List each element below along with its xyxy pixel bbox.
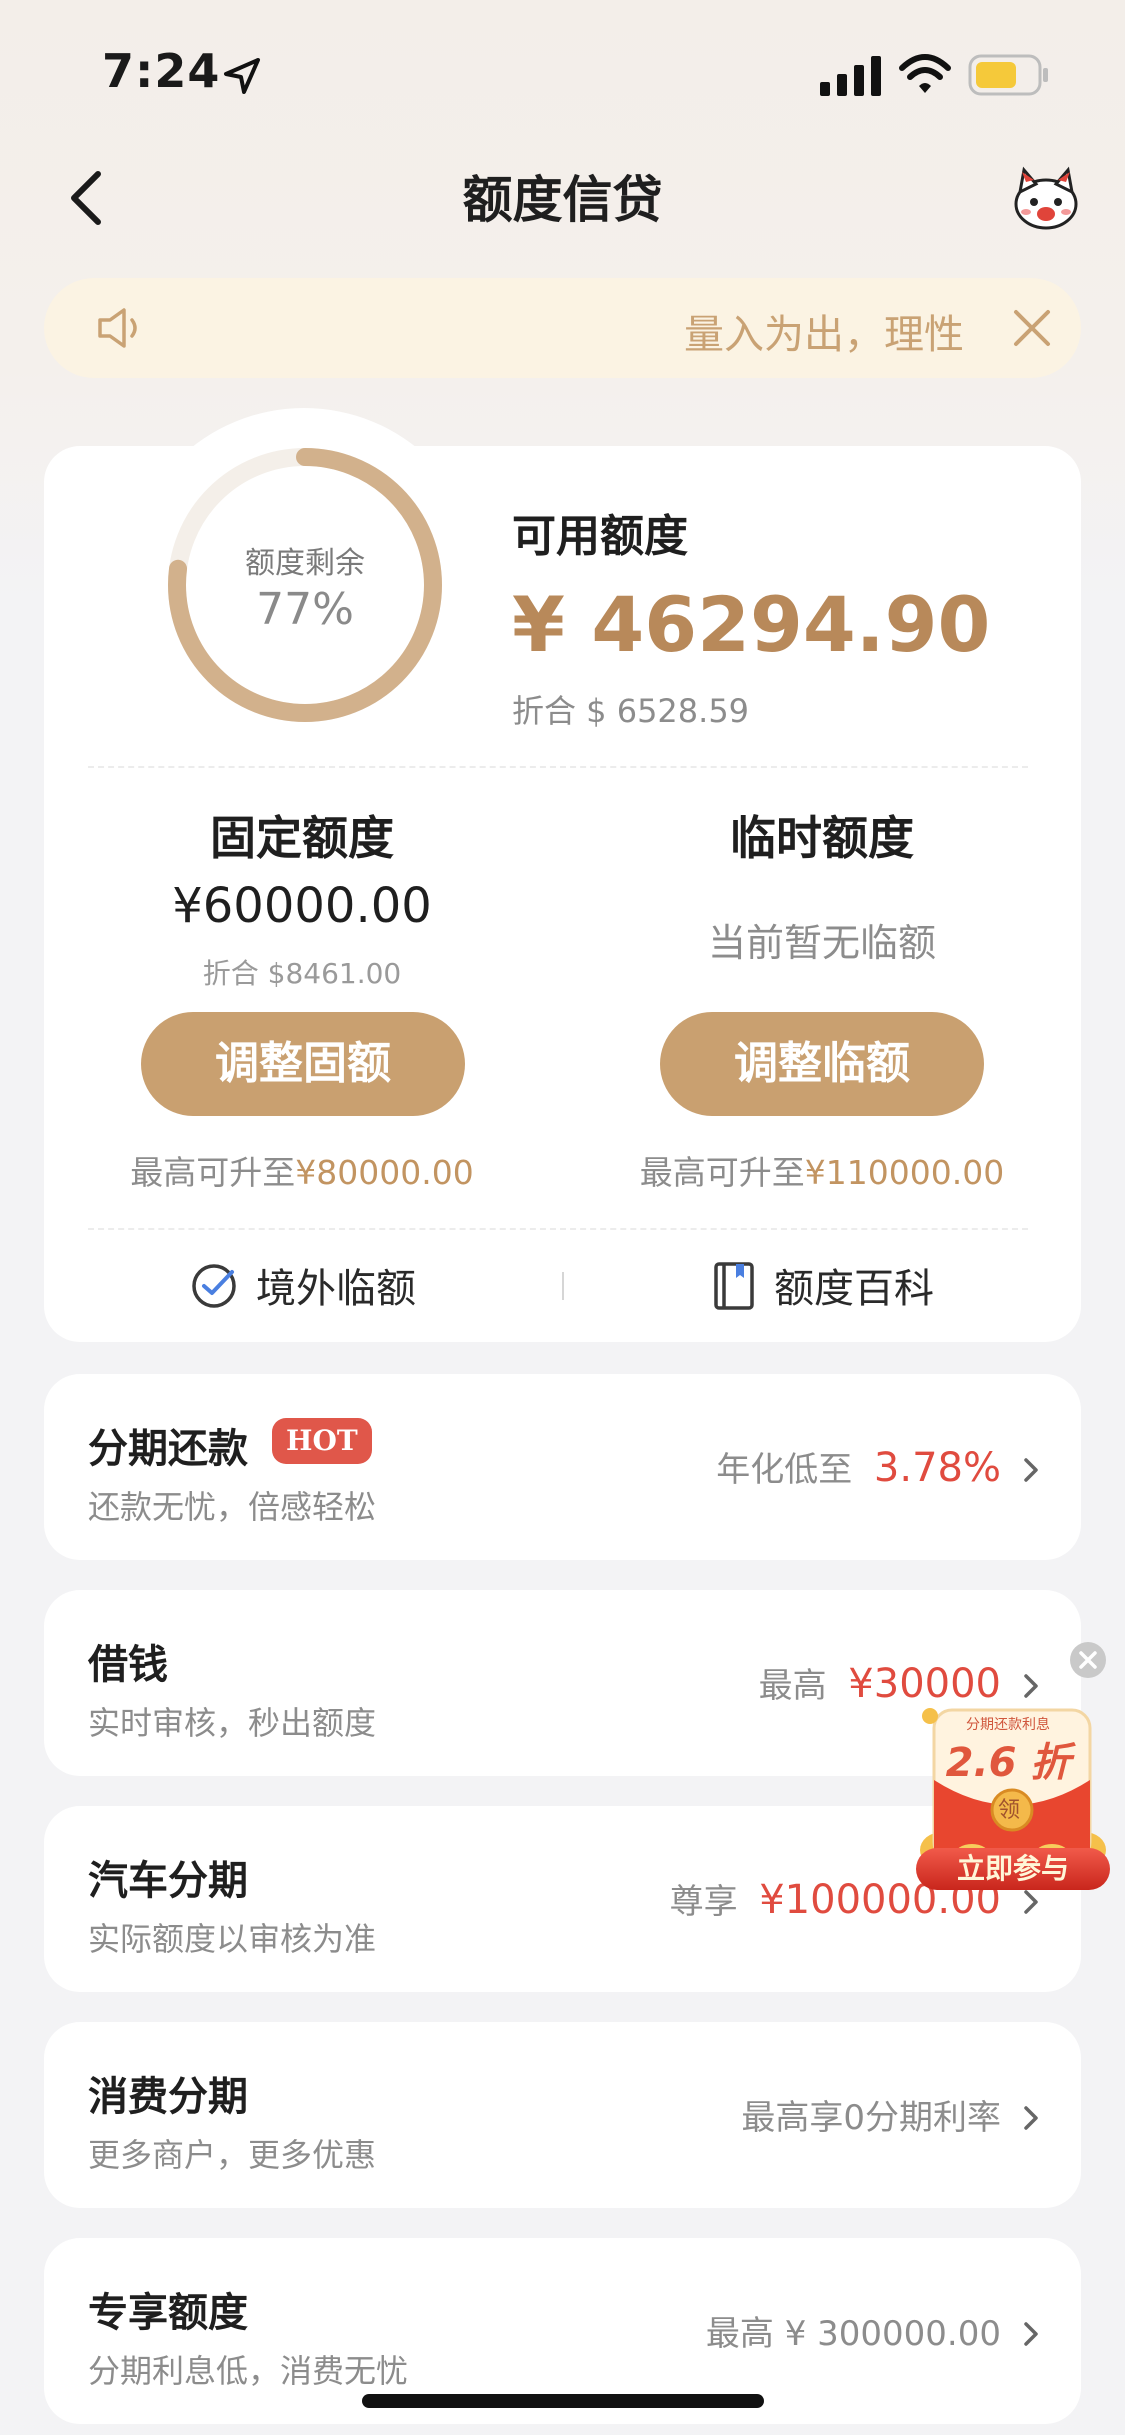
mascot-service-icon[interactable]	[1010, 164, 1082, 232]
location-arrow-icon	[224, 58, 260, 94]
quota-encyclopedia-link[interactable]: 额度百科	[774, 1256, 934, 1314]
promo-rate: 2.6 折	[945, 1740, 1071, 1786]
service-subtitle: 更多商户，更多优惠	[88, 2136, 377, 2174]
hot-badge: HOT	[272, 1418, 372, 1464]
service-right-prefix: 最高 ¥ 300000.00	[705, 2314, 1001, 2354]
home-indicator	[362, 2394, 764, 2408]
service-title: 借钱	[88, 1642, 168, 1688]
fixed-quota-amount-wrap: ¥60000.00	[82, 878, 522, 934]
service-right-text: 最高 ¥ 300000.00	[706, 2306, 1001, 2355]
fixed-quota-converted-wrap: 折合 $8461.00	[82, 952, 522, 992]
divider	[88, 1228, 1028, 1230]
chevron-right-icon	[1024, 1674, 1038, 1698]
temp-max-value: ¥110000.00	[804, 1153, 1005, 1192]
fixed-quota-title: 固定额度	[210, 811, 394, 865]
status-bar: 7:24	[0, 0, 1125, 140]
fixed-max-value: ¥80000.00	[295, 1153, 474, 1192]
fixed-quota-column: 固定额度	[82, 802, 522, 868]
link-separator	[562, 1272, 564, 1300]
temp-quota-title: 临时额度	[730, 811, 914, 865]
close-icon[interactable]	[1006, 302, 1058, 354]
promo-claim: 领	[997, 1798, 1020, 1823]
temp-quota-column: 临时额度	[602, 802, 1042, 868]
service-right-prefix: 最高	[758, 1666, 827, 1706]
service-subtitle: 分期利息低，消费无忧	[88, 2352, 409, 2390]
service-subtitle: 实际额度以审核为准	[88, 1920, 377, 1958]
divider	[88, 766, 1028, 768]
temp-quota-status-wrap: 当前暂无临额	[602, 912, 1042, 967]
page-title: 额度信贷	[462, 171, 663, 229]
service-title: 分期还款	[88, 1426, 248, 1472]
chevron-right-icon	[1024, 2322, 1038, 2346]
overseas-quota-icon[interactable]	[188, 1260, 240, 1312]
service-title: 汽车分期	[88, 1858, 248, 1904]
fixed-quota-converted: 折合 $8461.00	[202, 957, 402, 990]
service-right-text: 最高享0分期利率	[741, 2090, 1001, 2139]
service-right-text: 年化低至 3.78%	[716, 1442, 1001, 1491]
temp-max-prefix: 最高可升至	[639, 1153, 805, 1192]
overseas-quota-link[interactable]: 境外临额	[256, 1256, 416, 1314]
service-right-prefix: 最高享0分期利率	[741, 2098, 1001, 2138]
ring-percent: 77%	[256, 584, 354, 635]
notice-bar[interactable]: 量入为出，理性	[44, 278, 1081, 378]
promo-join-button[interactable]: 立即参与	[916, 1848, 1110, 1890]
battery-icon	[968, 54, 1048, 96]
service-right-prefix: 尊享	[669, 1882, 738, 1922]
chevron-right-icon	[1024, 2106, 1038, 2130]
service-card-consumer-installment[interactable]: 消费分期 更多商户，更多优惠 最高享0分期利率	[44, 2022, 1081, 2208]
service-title: 专享额度	[88, 2290, 248, 2336]
available-converted: 折合 $ 6528.59	[512, 692, 750, 730]
status-time: 7:24	[102, 44, 221, 98]
temp-max-line: 最高可升至¥110000.00	[582, 1146, 1062, 1194]
service-card-installment-repay[interactable]: 分期还款 HOT 还款无忧，倍感轻松 年化低至 3.78%	[44, 1374, 1081, 1560]
service-subtitle: 实时审核，秒出额度	[88, 1704, 377, 1742]
adjust-temp-quota-button[interactable]: 调整临额	[660, 1012, 984, 1116]
available-amount: ¥ 46294.90	[512, 580, 991, 669]
wifi-icon	[899, 54, 951, 93]
service-subtitle: 还款无忧，倍感轻松	[88, 1488, 377, 1526]
notice-text: 量入为出，理性	[684, 312, 964, 358]
book-icon[interactable]	[708, 1260, 760, 1312]
service-title: 消费分期	[88, 2074, 248, 2120]
chevron-right-icon	[1024, 1458, 1038, 1482]
service-right-prefix: 年化低至	[716, 1450, 853, 1490]
adjust-fixed-quota-button[interactable]: 调整固额	[141, 1012, 465, 1116]
available-title: 可用额度	[512, 511, 688, 562]
fixed-quota-amount: ¥60000.00	[172, 878, 432, 934]
temp-quota-status: 当前暂无临额	[707, 921, 936, 965]
fixed-max-prefix: 最高可升至	[130, 1153, 296, 1192]
cellular-signal-icon	[820, 56, 881, 96]
speaker-icon	[98, 308, 137, 348]
promo-close-icon[interactable]	[1068, 1640, 1108, 1680]
chevron-right-icon	[1024, 1890, 1038, 1914]
service-right-value: 3.78%	[873, 1445, 1001, 1491]
ring-label: 额度剩余	[245, 546, 365, 581]
fixed-max-line: 最高可升至¥80000.00	[62, 1146, 542, 1194]
